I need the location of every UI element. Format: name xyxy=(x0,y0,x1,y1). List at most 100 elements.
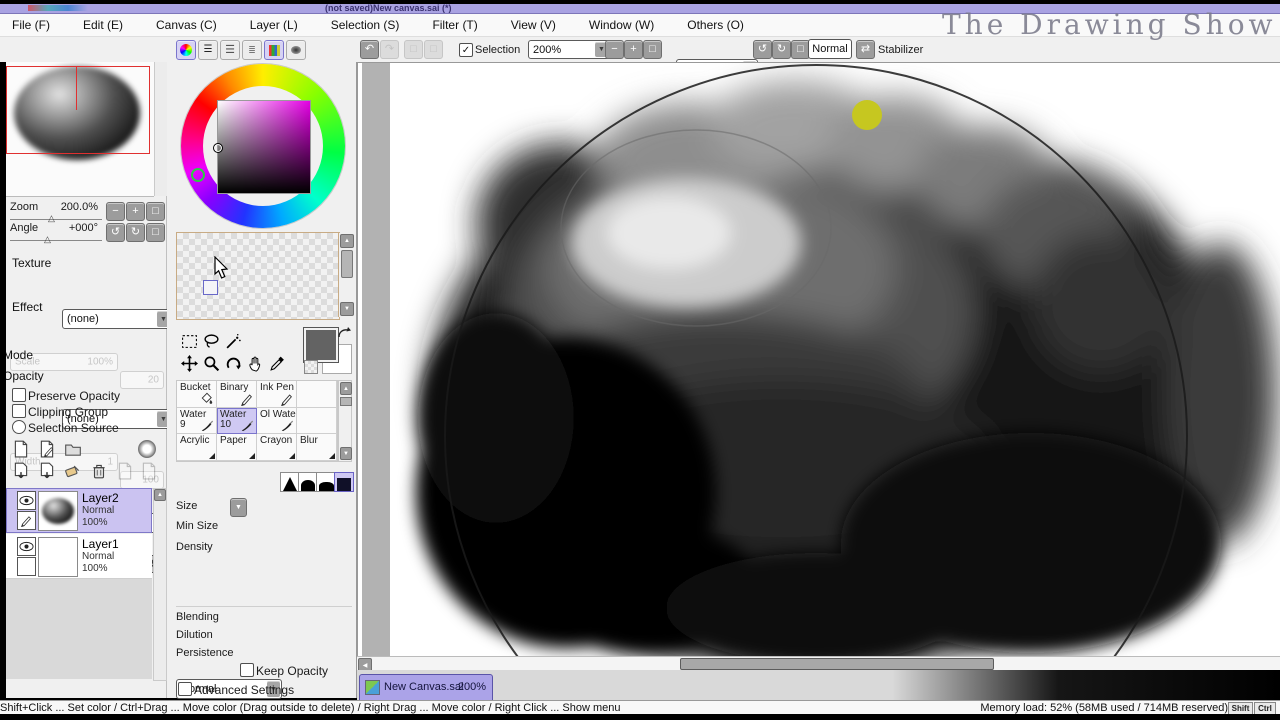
nav-rotate-cw-button[interactable]: ↻ xyxy=(126,223,145,242)
menu-edit[interactable]: Edit (E) xyxy=(81,14,125,36)
merge-down-button[interactable] xyxy=(38,462,56,485)
menu-selection[interactable]: Selection (S) xyxy=(329,14,402,36)
layer-mask-button[interactable] xyxy=(138,440,156,458)
selection-checkbox[interactable]: ✓ xyxy=(459,43,473,57)
nav-zoom-slider[interactable] xyxy=(10,219,102,220)
brush-edge-flat-button[interactable] xyxy=(316,472,336,492)
new-folder-button[interactable] xyxy=(64,440,82,463)
scroll-down-icon[interactable]: ▼ xyxy=(340,447,352,460)
texture-select[interactable]: (none) ▼ xyxy=(62,309,172,329)
size-unit-button[interactable]: ▼ xyxy=(230,498,247,517)
preserve-opacity-checkbox[interactable] xyxy=(12,388,26,402)
canvas-viewport[interactable] xyxy=(357,62,1280,657)
selection-source-checkbox[interactable] xyxy=(12,420,26,434)
brush-paper[interactable]: Paper xyxy=(217,434,257,461)
layer-visibility-toggle[interactable] xyxy=(17,537,36,556)
nav-zoom-in-button[interactable]: + xyxy=(126,202,145,221)
brush-edge-round-button[interactable] xyxy=(298,472,318,492)
canvas-tab[interactable]: New Canvas.sai 200% xyxy=(359,674,493,701)
menu-window[interactable]: Window (W) xyxy=(587,14,656,36)
eyedropper-tool[interactable] xyxy=(267,353,287,373)
new-linework-layer-button[interactable] xyxy=(38,440,56,463)
brush-ink-pen[interactable]: Ink Pen xyxy=(257,381,297,408)
delete-layer-button[interactable] xyxy=(90,462,108,485)
menu-layer[interactable]: Layer (L) xyxy=(248,14,300,36)
zoom-reset-button[interactable]: □ xyxy=(643,40,662,59)
swatches-area[interactable] xyxy=(176,232,340,320)
menu-others[interactable]: Others (O) xyxy=(685,14,746,36)
scroll-up-icon[interactable]: ▲ xyxy=(340,234,354,248)
nav-zoom-out-button[interactable]: − xyxy=(106,202,125,221)
color-wheel-tab[interactable] xyxy=(176,40,196,60)
hscrollbar-thumb[interactable] xyxy=(680,658,994,670)
mixer-tab[interactable]: ≣ xyxy=(242,40,262,60)
layer-edit-indicator[interactable] xyxy=(17,511,36,530)
move-tool[interactable] xyxy=(179,353,199,373)
undo-button[interactable]: ↶ xyxy=(360,40,379,59)
rotate-cw-button[interactable]: ↻ xyxy=(772,40,791,59)
hue-marker[interactable] xyxy=(191,168,205,182)
marquee-tool[interactable] xyxy=(179,331,199,351)
navigator-viewport-rect[interactable] xyxy=(6,66,150,154)
layers-scrollbar[interactable]: ▲ xyxy=(153,488,167,681)
swap-colors-arrow-icon[interactable] xyxy=(337,327,351,341)
canvas-drawing[interactable] xyxy=(391,63,1280,657)
hsv-slider-tab[interactable]: ☰ xyxy=(220,40,240,60)
scrollbar-thumb[interactable] xyxy=(340,397,352,406)
brush-edge-sharp-button[interactable] xyxy=(280,472,300,492)
brush-grid-scrollbar[interactable]: ▲ ▼ xyxy=(338,380,352,462)
nav-rotate-reset-button[interactable]: □ xyxy=(146,223,165,242)
menu-canvas[interactable]: Canvas (C) xyxy=(154,14,219,36)
brush-acrylic[interactable]: Acrylic xyxy=(177,434,217,461)
magic-wand-tool[interactable] xyxy=(223,331,243,351)
swatches-scrollbar[interactable]: ▲ ▼ xyxy=(338,233,353,317)
rotate-ccw-button[interactable]: ↺ xyxy=(753,40,772,59)
transparent-color-square[interactable] xyxy=(304,360,318,374)
rgb-slider-tab[interactable]: ☰ xyxy=(198,40,218,60)
brush-binary[interactable]: Binary xyxy=(217,381,257,408)
scroll-down-icon[interactable]: ▼ xyxy=(340,302,354,316)
navigator-panel[interactable] xyxy=(6,62,154,197)
menu-view[interactable]: View (V) xyxy=(509,14,558,36)
brush-oil-water[interactable]: Ol Wate xyxy=(257,408,297,435)
brush-crayon[interactable]: Crayon xyxy=(257,434,297,461)
selection-scale-button[interactable]: □ xyxy=(424,40,443,59)
nav-zoom-reset-button[interactable]: □ xyxy=(146,202,165,221)
sv-cursor[interactable] xyxy=(213,143,223,153)
transfer-down-button[interactable] xyxy=(12,462,30,485)
selected-swatch-cell[interactable] xyxy=(203,280,218,295)
scrollbar-thumb[interactable] xyxy=(341,250,353,278)
brush-bucket[interactable]: Bucket xyxy=(177,381,217,408)
navigator-scrollbar[interactable] xyxy=(154,62,167,196)
brush-blur[interactable]: Blur xyxy=(297,434,337,461)
nav-angle-slider[interactable] xyxy=(10,240,102,241)
brush-water-10-selected[interactable]: Water10 xyxy=(217,408,257,435)
keep-opacity-checkbox[interactable] xyxy=(240,663,254,677)
brush-edge-square-button[interactable] xyxy=(334,472,354,492)
swatches-tab[interactable] xyxy=(264,40,284,60)
hand-tool[interactable] xyxy=(245,353,265,373)
brush-empty[interactable] xyxy=(297,381,337,408)
saturation-value-square[interactable] xyxy=(217,100,311,194)
copy-layer-button-disabled[interactable] xyxy=(116,462,134,485)
nav-angle-slider-marker[interactable]: △ xyxy=(44,234,51,245)
canvas-hscrollbar[interactable]: ◀ xyxy=(357,656,1280,671)
nav-rotate-ccw-button[interactable]: ↺ xyxy=(106,223,125,242)
zoom-in-button[interactable]: + xyxy=(624,40,643,59)
brush-empty[interactable] xyxy=(297,408,337,435)
zoom-tool[interactable] xyxy=(201,353,221,373)
rotate-tool[interactable] xyxy=(223,353,243,373)
title-bar[interactable]: (not saved)New canvas.sai (*) xyxy=(0,4,1280,14)
brush-water-9[interactable]: Water9 xyxy=(177,408,217,435)
layer-visibility-toggle[interactable] xyxy=(17,491,36,510)
scroll-up-icon[interactable]: ▲ xyxy=(154,489,166,501)
zoom-out-button[interactable]: − xyxy=(605,40,624,59)
redo-button[interactable]: ↷ xyxy=(380,40,399,59)
new-layer-button[interactable] xyxy=(12,440,30,463)
paint-mode-button[interactable]: Normal xyxy=(808,39,852,59)
layer-edit-indicator[interactable] xyxy=(17,557,36,576)
layer-row-layer2[interactable]: Layer2 Normal 100% xyxy=(6,488,152,533)
menu-file[interactable]: File (F) xyxy=(10,14,52,36)
scratchpad-tab[interactable] xyxy=(286,40,306,60)
view-zoom-select[interactable]: 200% ▼ xyxy=(528,40,610,59)
